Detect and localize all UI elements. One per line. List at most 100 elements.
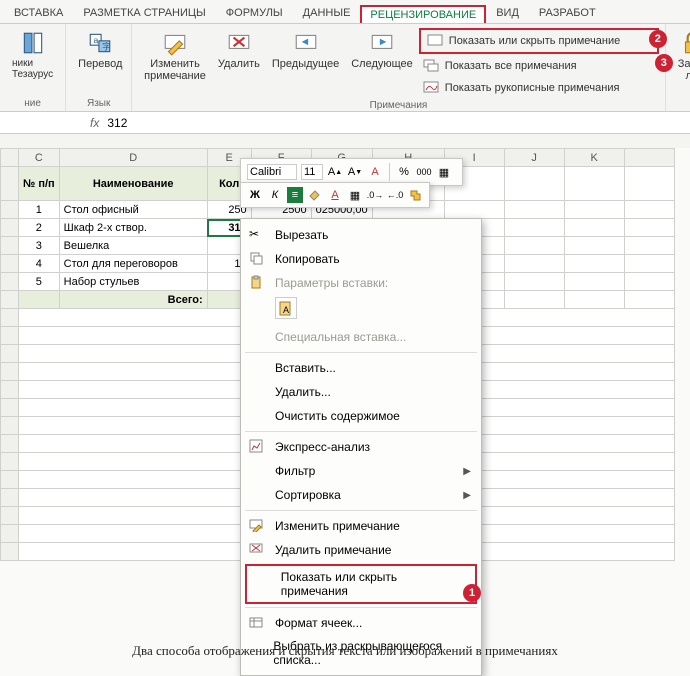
corner-cell[interactable] — [1, 149, 19, 167]
edit-comment-button[interactable]: Изменить примечание — [138, 28, 212, 84]
delete-comment-icon — [249, 542, 265, 558]
cell[interactable]: Шкаф 2-х створ. — [59, 219, 207, 237]
delete-comment-button[interactable]: Удалить — [212, 28, 266, 72]
percent-icon[interactable]: % — [396, 164, 412, 180]
ctx-delete[interactable]: Удалить... — [241, 380, 481, 404]
increase-font-icon[interactable]: A▲ — [327, 164, 343, 180]
svg-text:A: A — [283, 305, 289, 315]
col-header-c[interactable]: C — [19, 149, 60, 167]
ctx-sort[interactable]: Сортировка▶ — [241, 483, 481, 507]
book-icon — [20, 30, 46, 56]
ctx-delete-comment[interactable]: Удалить примечание — [241, 538, 481, 562]
italic-button[interactable]: К — [267, 187, 283, 203]
callout-marker-2: 2 — [649, 30, 667, 48]
tab-data[interactable]: ДАННЫЕ — [293, 3, 361, 23]
cell[interactable]: 4 — [19, 255, 60, 273]
tab-review[interactable]: РЕЦЕНЗИРОВАНИЕ — [360, 5, 486, 23]
cell[interactable]: 5 — [19, 273, 60, 291]
table-header-num: № п/п — [19, 167, 60, 201]
ctx-show-hide-comments[interactable]: Показать или скрыть примечания — [247, 566, 475, 602]
group-label-proofing: ние — [6, 96, 59, 109]
col-header-j[interactable]: J — [504, 149, 564, 167]
cell[interactable]: Стол для переговоров — [59, 255, 207, 273]
ctx-clear-contents[interactable]: Очистить содержимое — [241, 404, 481, 428]
thousands-icon[interactable]: 000 — [416, 164, 432, 180]
cell[interactable]: Стол офисный — [59, 201, 207, 219]
tab-page-layout[interactable]: РАЗМЕТКА СТРАНИЦЫ — [73, 3, 215, 23]
prev-comment-icon — [293, 30, 319, 56]
translate-icon: a字 — [87, 30, 113, 56]
ctx-insert[interactable]: Вставить... — [241, 356, 481, 380]
ctx-paste-options-label: Параметры вставки: — [241, 271, 481, 295]
paste-option-default[interactable]: A — [275, 297, 297, 319]
ctx-quick-analysis[interactable]: Экспресс-анализ — [241, 435, 481, 459]
edit-comment-icon — [249, 518, 265, 534]
group-label-language: Язык — [72, 96, 125, 109]
ink-icon — [423, 80, 439, 96]
copy-icon — [249, 251, 265, 267]
clipboard-icon — [249, 275, 265, 291]
comment-icon — [427, 33, 443, 49]
ctx-paste-special[interactable]: Специальная вставка... — [241, 325, 481, 349]
ctx-copy[interactable]: Копировать — [241, 247, 481, 271]
ribbon-tabs: ВСТАВКА РАЗМЕТКА СТРАНИЦЫ ФОРМУЛЫ ДАННЫЕ… — [0, 0, 690, 24]
format-painter-icon[interactable] — [407, 187, 423, 203]
thesaurus-button[interactable]: ники Тезаурус — [6, 28, 59, 82]
show-ink-comments-button[interactable]: Показать рукописные примечания 3 — [419, 78, 659, 98]
scissors-icon: ✂ — [249, 227, 265, 243]
context-menu: ✂ Вырезать Копировать Параметры вставки:… — [240, 218, 482, 676]
cell[interactable]: 3 — [19, 237, 60, 255]
font-color-icon[interactable]: A — [367, 164, 383, 180]
ctx-filter[interactable]: Фильтр▶ — [241, 459, 481, 483]
font-size-input[interactable] — [301, 164, 323, 180]
svg-text:a: a — [94, 35, 99, 45]
show-hide-comment-highlight: Показать или скрыть примечание 2 — [419, 28, 659, 54]
next-comment-button[interactable]: Следующее — [345, 28, 419, 72]
group-label-comments: Примечания — [138, 98, 659, 111]
tab-formulas[interactable]: ФОРМУЛЫ — [216, 3, 293, 23]
delete-comment-icon — [226, 30, 252, 56]
col-header-k[interactable]: K — [564, 149, 624, 167]
tab-developer[interactable]: РАЗРАБОТ — [529, 3, 606, 23]
formula-bar: fx 312 — [0, 112, 690, 134]
svg-text:字: 字 — [102, 41, 111, 52]
ctx-paste-options: A — [241, 295, 481, 325]
format-cells-icon — [249, 615, 265, 631]
increase-decimal-icon[interactable]: .0→ — [367, 187, 383, 203]
border-icon[interactable]: ▦ — [436, 164, 452, 180]
ctx-edit-comment[interactable]: Изменить примечание — [241, 514, 481, 538]
translate-button[interactable]: a字 Перевод — [72, 28, 128, 72]
bold-button[interactable]: Ж — [247, 187, 263, 203]
edit-comment-icon — [162, 30, 188, 56]
figure-caption: Два способа отображения и скрытия текста… — [0, 643, 690, 659]
font-color2-icon[interactable]: A — [327, 187, 343, 203]
tab-insert[interactable]: ВСТАВКА — [4, 3, 73, 23]
mini-toolbar-row2[interactable]: Ж К ≡ A ▦ .0→ ←.0 — [240, 182, 430, 208]
quick-analysis-icon — [249, 439, 265, 455]
comments-icon — [423, 58, 439, 74]
show-hide-comment-button[interactable]: Показать или скрыть примечание — [423, 31, 655, 51]
callout-marker-3: 3 — [655, 54, 673, 72]
borders-icon[interactable]: ▦ — [347, 187, 363, 203]
cell[interactable]: Вешелка — [59, 237, 207, 255]
previous-comment-button[interactable]: Предыдущее — [266, 28, 345, 72]
cell[interactable]: Набор стульев — [59, 273, 207, 291]
show-all-comments-button[interactable]: Показать все примечания — [419, 56, 659, 76]
fx-icon[interactable]: fx — [90, 116, 99, 130]
ctx-format-cells[interactable]: Формат ячеек... — [241, 611, 481, 635]
callout-marker-1: 1 — [463, 584, 481, 602]
fill-color-icon[interactable] — [307, 187, 323, 203]
col-header-d[interactable]: D — [59, 149, 207, 167]
cell[interactable]: 2 — [19, 219, 60, 237]
tab-view[interactable]: ВИД — [486, 3, 529, 23]
protect-button[interactable]: Защи ли — [672, 28, 690, 84]
cell[interactable]: 1 — [19, 201, 60, 219]
decrease-font-icon[interactable]: A▼ — [347, 164, 363, 180]
font-name-input[interactable] — [247, 164, 297, 180]
formula-value[interactable]: 312 — [107, 116, 127, 130]
lock-icon — [679, 30, 690, 56]
total-label: Всего: — [59, 291, 207, 309]
ctx-cut[interactable]: ✂ Вырезать — [241, 223, 481, 247]
decrease-decimal-icon[interactable]: ←.0 — [387, 187, 403, 203]
align-center-icon[interactable]: ≡ — [287, 187, 303, 203]
